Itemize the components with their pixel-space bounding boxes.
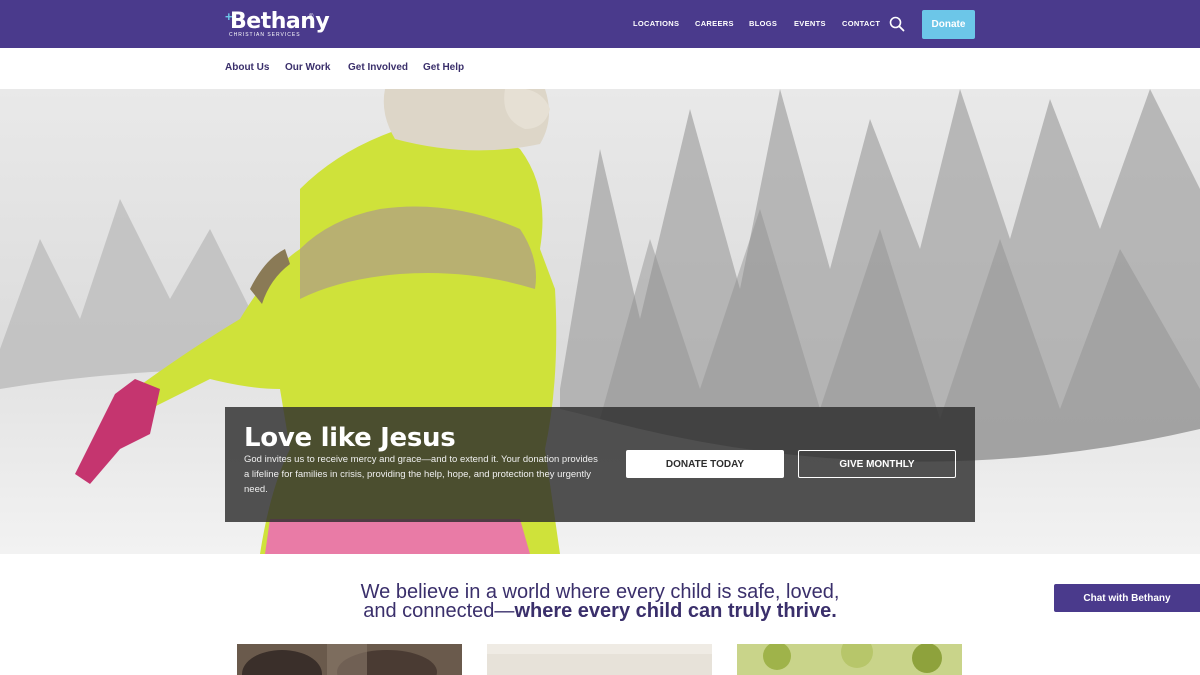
hero-title: Love like Jesus [244,423,456,453]
feature-card-1-image[interactable] [237,644,462,675]
nav-contact-link[interactable]: CONTACT [842,19,880,28]
nav-locations-link[interactable]: LOCATIONS [633,19,679,28]
nav-careers-link[interactable]: CAREERS [695,19,734,28]
nav-blogs-link[interactable]: BLOGS [749,19,777,28]
give-monthly-button[interactable]: GIVE MONTHLY [798,450,956,478]
main-navigation: About Us Our Work Get Involved Get Help [0,48,1200,89]
card-photo-outdoors [737,644,962,675]
main-nav-get-involved[interactable]: Get Involved [348,62,408,73]
main-nav-about-us[interactable]: About Us [225,62,269,73]
hero-overlay-panel: Love like Jesus God invites us to receiv… [225,407,975,522]
belief-line-b-plain: and connected— [363,600,515,622]
card-photo-light [487,644,712,675]
donate-today-button[interactable]: DONATE TODAY [626,450,784,478]
donate-button[interactable]: Donate [922,10,975,39]
main-nav-get-help[interactable]: Get Help [423,62,464,73]
feature-card-3-image[interactable] [737,644,962,675]
bethany-logo[interactable]: + Bethany ® CHRISTIAN SERVICES [225,10,330,40]
logo-wordmark: Bethany [230,9,330,34]
top-utility-bar: + Bethany ® CHRISTIAN SERVICES LOCATIONS… [0,0,1200,48]
hero-body-text: God invites us to receive mercy and grac… [244,454,598,495]
belief-line-b: and connected—where every child can trul… [300,600,900,622]
nav-events-link[interactable]: EVENTS [794,19,826,28]
chat-with-bethany-button[interactable]: Chat with Bethany [1054,584,1200,612]
search-icon[interactable] [888,15,906,33]
card-photo-people [237,644,462,675]
hero-banner: Love like Jesus God invites us to receiv… [0,89,1200,554]
belief-statement: We believe in a world where every child … [300,582,900,622]
logo-registered-mark: ® [309,14,314,20]
feature-card-2-image[interactable] [487,644,712,675]
belief-line-b-strong: where every child can truly thrive. [514,600,837,622]
main-nav-our-work[interactable]: Our Work [285,62,330,73]
logo-subtitle: CHRISTIAN SERVICES [229,32,301,38]
